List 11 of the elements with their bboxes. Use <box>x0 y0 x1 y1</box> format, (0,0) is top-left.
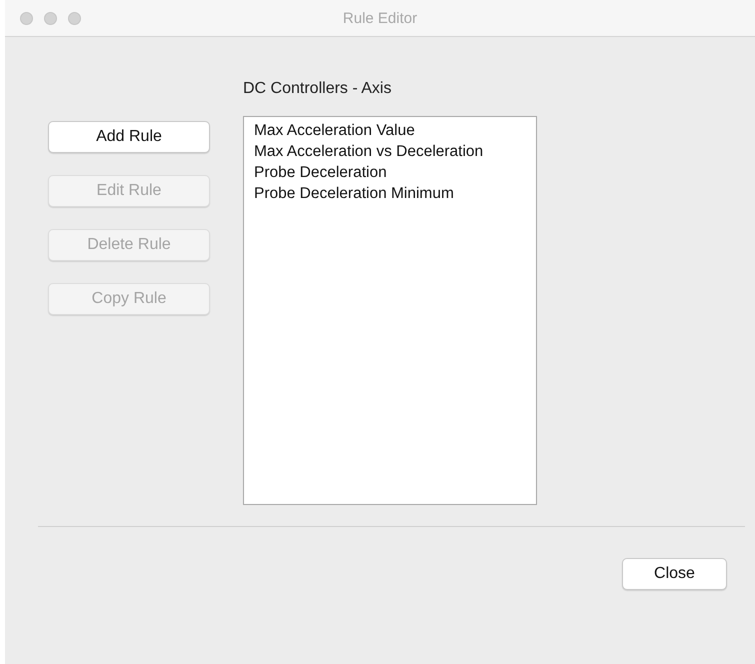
close-window-icon[interactable] <box>20 12 33 25</box>
rule-item[interactable]: Max Acceleration Value <box>254 122 415 139</box>
zoom-window-icon[interactable] <box>68 12 81 25</box>
rule-item[interactable]: Probe Deceleration Minimum <box>254 185 454 202</box>
rule-item[interactable]: Max Acceleration vs Deceleration <box>254 143 484 160</box>
close-button[interactable]: Close <box>622 558 727 590</box>
minimize-window-icon[interactable] <box>44 12 57 25</box>
rule-item[interactable]: Probe Deceleration <box>254 164 387 181</box>
window-title: Rule Editor <box>342 10 418 27</box>
list-heading: DC Controllers - Axis <box>243 80 392 97</box>
rule-button[interactable]: Add Rule <box>48 121 210 153</box>
